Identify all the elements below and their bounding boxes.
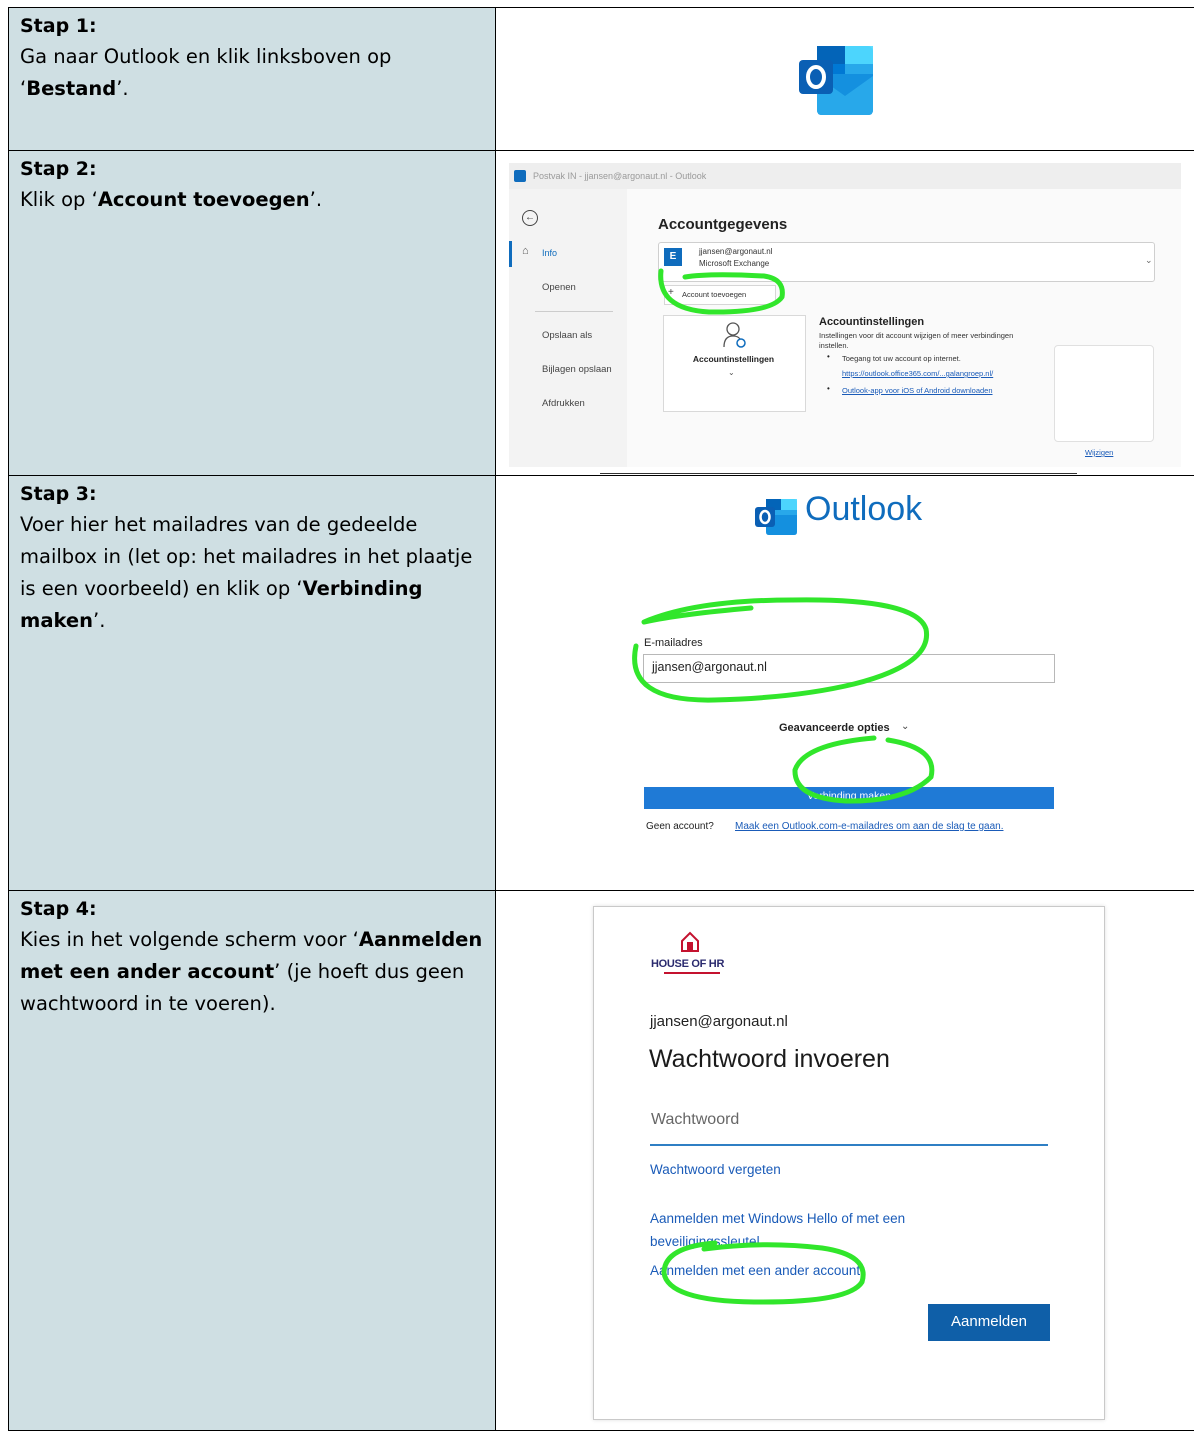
step-2-image-cell: Postvak IN - jjansen@argonaut.nl - Outlo… — [496, 151, 1194, 476]
instructions-table: Stap 1: Ga naar Outlook en klik linksbov… — [8, 7, 1194, 1431]
step-4-description: Stap 4: Kies in het volgende scherm voor… — [9, 891, 496, 1431]
step-title: Stap 3: — [20, 480, 485, 509]
step-1-image-cell — [496, 8, 1194, 151]
step-row-1: Stap 1: Ga naar Outlook en klik linksbov… — [9, 8, 1194, 151]
highlight-annotation — [496, 476, 1194, 891]
step-text: Klik op ‘Account toevoegen’. — [20, 184, 485, 216]
step-row-3: Stap 3: Voer hier het mailadres van de g… — [9, 476, 1194, 891]
step-3-description: Stap 3: Voer hier het mailadres van de g… — [9, 476, 496, 891]
signin-dialog: HOUSE OF HR jjansen@argonaut.nl Wachtwoo… — [593, 906, 1105, 1420]
step-text: Kies in het volgende scherm voor ‘Aanmel… — [20, 924, 485, 1020]
step-1-description: Stap 1: Ga naar Outlook en klik linksbov… — [9, 8, 496, 151]
highlight-annotation — [594, 907, 1104, 1419]
screenshot-top-edge — [600, 473, 1077, 474]
outlook-file-screenshot: Postvak IN - jjansen@argonaut.nl - Outlo… — [509, 163, 1181, 467]
outlook-logo-icon — [799, 44, 875, 117]
step-title: Stap 1: — [20, 12, 485, 41]
highlight-annotation — [509, 163, 1181, 467]
step-title: Stap 2: — [20, 155, 485, 184]
step-4-image-cell: HOUSE OF HR jjansen@argonaut.nl Wachtwoo… — [496, 891, 1194, 1431]
step-title: Stap 4: — [20, 895, 485, 924]
step-row-4: Stap 4: Kies in het volgende scherm voor… — [9, 891, 1194, 1431]
step-text: Voer hier het mailadres van de gedeelde … — [20, 509, 485, 637]
step-row-2: Stap 2: Klik op ‘Account toevoegen’. Pos… — [9, 151, 1194, 476]
step-2-description: Stap 2: Klik op ‘Account toevoegen’. — [9, 151, 496, 476]
step-3-image-cell: Outlook E-mailadres jjansen@argonaut.nl … — [496, 476, 1194, 891]
step-text: Ga naar Outlook en klik linksboven op ‘B… — [20, 41, 485, 105]
